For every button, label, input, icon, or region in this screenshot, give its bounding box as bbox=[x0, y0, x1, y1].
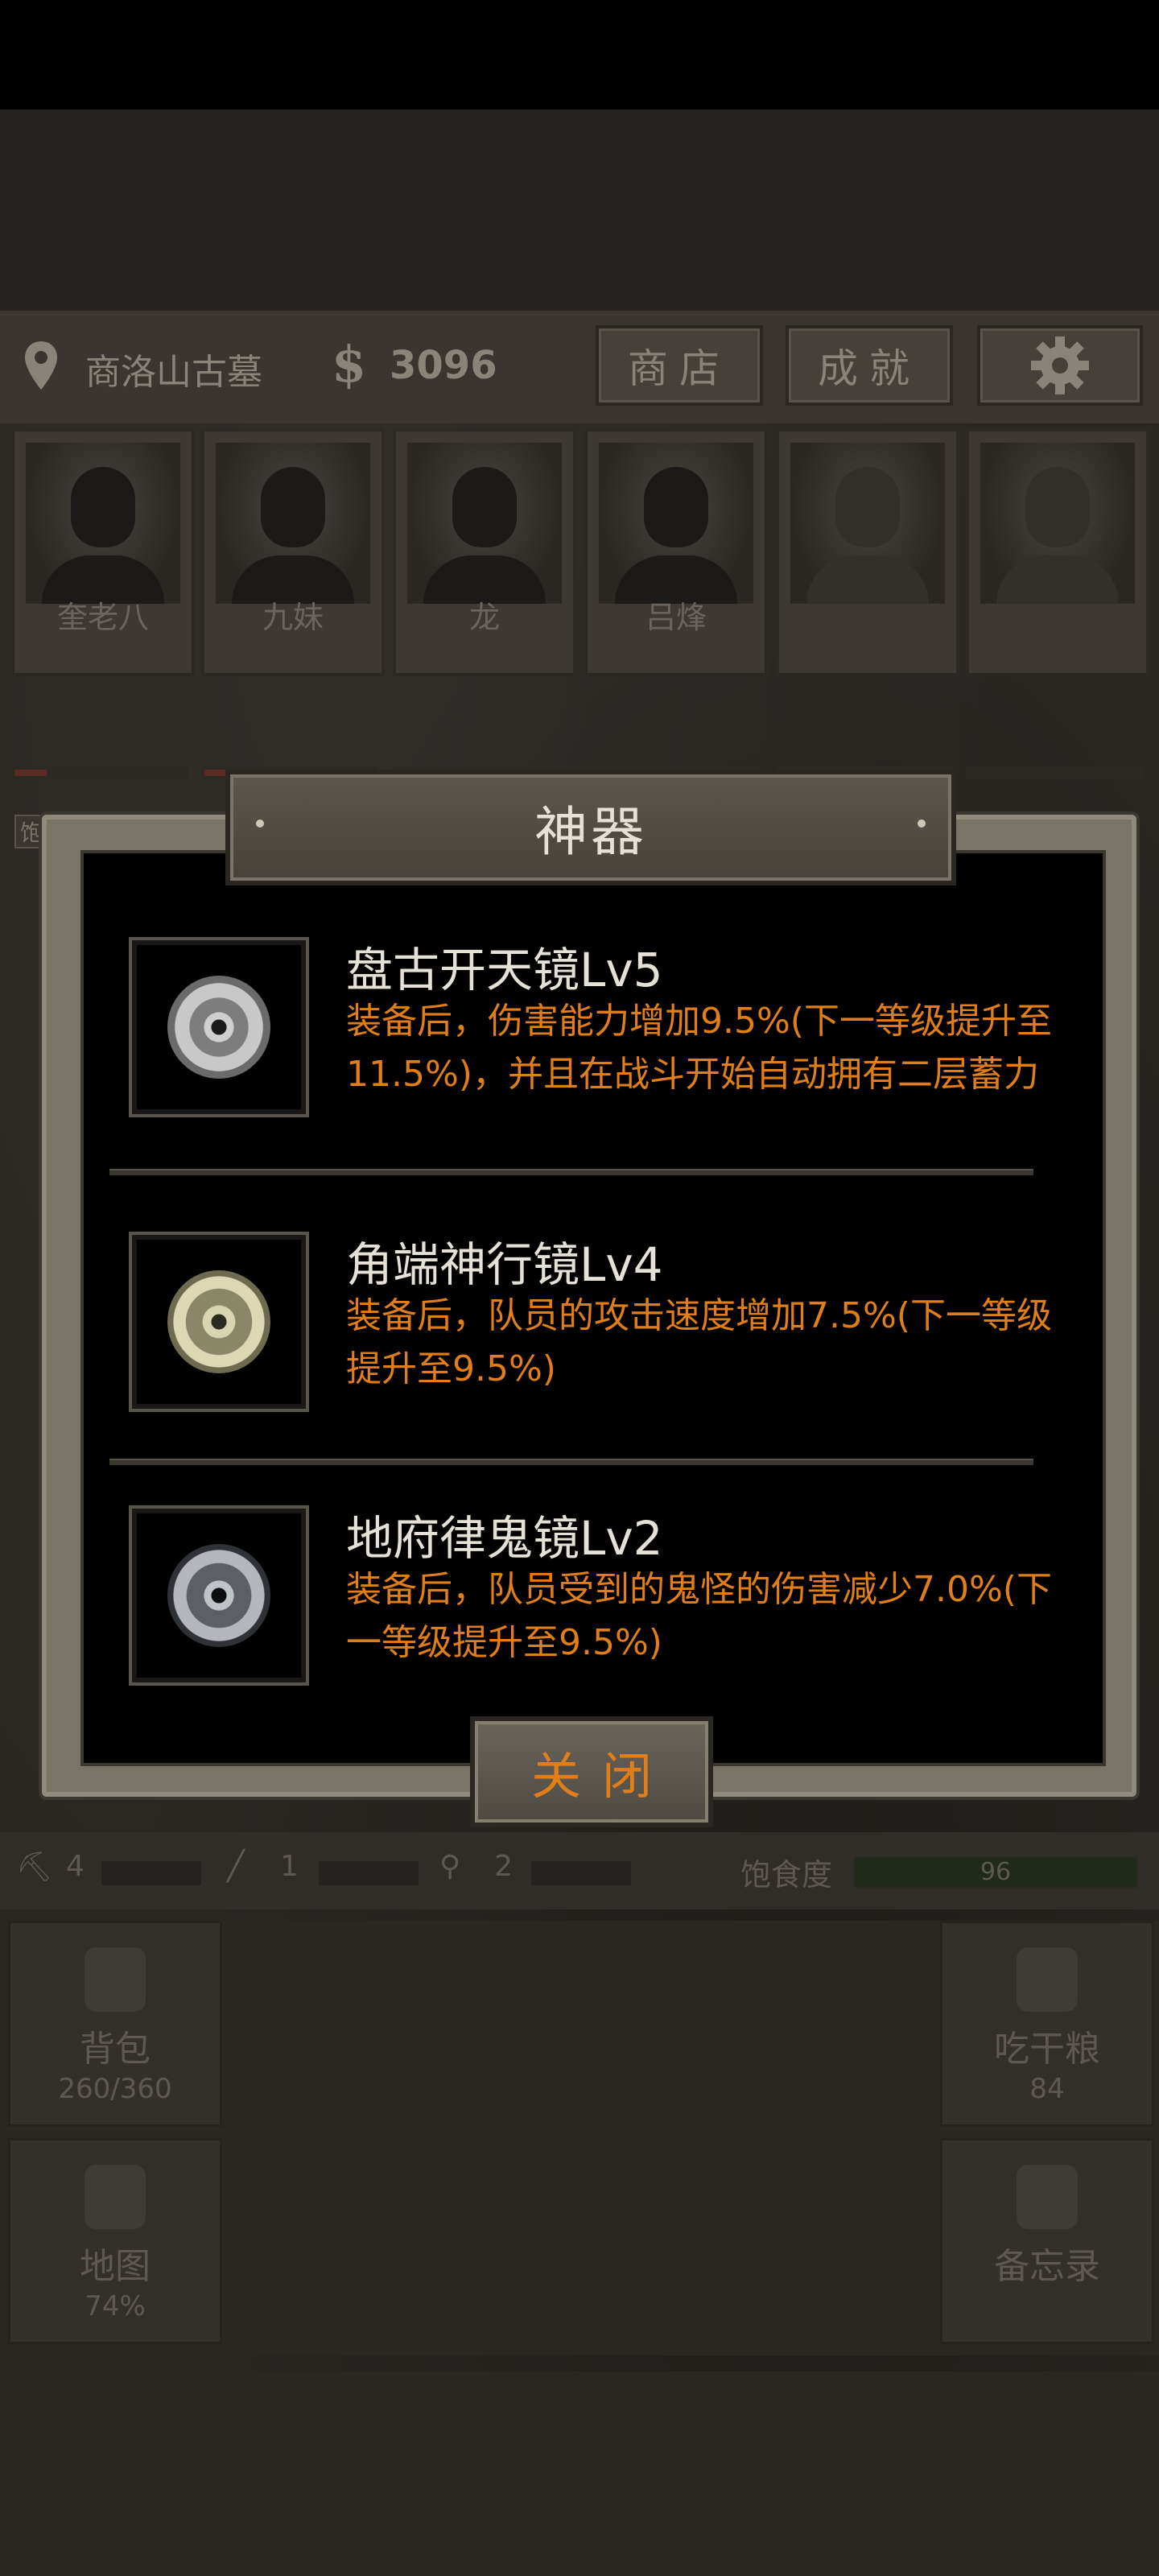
dialog-title-plate: 神器 bbox=[225, 770, 956, 886]
bag-button[interactable]: 背包 260/360 bbox=[8, 1921, 222, 2127]
health-bar-empty bbox=[966, 766, 1143, 779]
ration-count: 84 bbox=[1029, 2073, 1065, 2105]
character-name: 奎老八 bbox=[56, 600, 149, 635]
pickaxe-icon: ⛏ bbox=[16, 1851, 53, 1884]
bronze-mirror-icon bbox=[167, 1270, 270, 1373]
tool3-slot bbox=[531, 1861, 631, 1885]
eat-ration-button[interactable]: 吃干粮 84 bbox=[940, 1921, 1154, 2127]
tool1-slot bbox=[101, 1861, 201, 1885]
satiety-bar: 96 bbox=[853, 1856, 1138, 1889]
character-name: 龙 bbox=[468, 600, 500, 635]
dialog-title: 神器 bbox=[534, 801, 647, 863]
empty-portrait bbox=[980, 443, 1135, 604]
location-name: 商洛山古墓 bbox=[85, 352, 262, 393]
ration-icon bbox=[1017, 1947, 1078, 2012]
character-portrait bbox=[26, 443, 180, 604]
artifact-description: 装备后，队员的攻击速度增加7.5%(下一等级提升至9.5%) bbox=[346, 1295, 1052, 1389]
tool2-slot bbox=[319, 1861, 419, 1885]
map-label: 地图 bbox=[80, 2246, 151, 2287]
resource-bar: ⛏ 4 ╱ 1 ⚲ 2 饱食度 96 bbox=[0, 1832, 1159, 1909]
empty-portrait bbox=[790, 443, 945, 604]
character-portrait bbox=[407, 443, 562, 604]
item-divider bbox=[109, 1459, 1033, 1465]
memo-label: 备忘录 bbox=[994, 2246, 1100, 2287]
rope-icon: ╱ bbox=[227, 1850, 245, 1883]
bag-icon bbox=[85, 1947, 146, 2012]
character-card[interactable]: 九妹 bbox=[201, 428, 385, 676]
bag-count: 260/360 bbox=[58, 2073, 172, 2105]
game-header: 商洛山古墓 $ 3096 商店 成就 bbox=[0, 311, 1159, 423]
tool3-count: 2 bbox=[494, 1850, 513, 1883]
health-bar bbox=[11, 766, 188, 779]
item-divider bbox=[109, 1169, 1033, 1175]
money-amount: 3096 bbox=[390, 343, 497, 388]
gear-icon bbox=[1031, 336, 1089, 394]
satiety-value: 96 bbox=[980, 1858, 1012, 1886]
artifact-name: 盘古开天镜Lv5 bbox=[346, 943, 663, 997]
satiety-label: 饱食度 bbox=[740, 1857, 833, 1893]
shovel-icon: ⚲ bbox=[439, 1850, 461, 1883]
map-icon bbox=[85, 2165, 146, 2229]
close-button[interactable]: 关闭 bbox=[470, 1716, 713, 1827]
bottom-area bbox=[0, 2372, 1159, 2576]
artifact-description: 装备后，队员受到的鬼怪的伤害减少7.0%(下一等级提升至9.5%) bbox=[346, 1569, 1052, 1663]
character-roster: 奎老八 九妹 龙 吕烽 饱 饱 饱 饱 bbox=[0, 428, 1159, 848]
map-progress: 74% bbox=[85, 2290, 146, 2322]
character-portrait bbox=[599, 443, 753, 604]
tool1-count: 4 bbox=[66, 1850, 85, 1883]
eat-label: 吃干粮 bbox=[994, 2029, 1100, 2070]
artifact-name: 角端神行镜Lv4 bbox=[346, 1237, 663, 1292]
character-card[interactable]: 奎老八 bbox=[11, 428, 195, 676]
achievement-button[interactable]: 成就 bbox=[786, 325, 953, 406]
artifact-name: 地府律鬼镜Lv2 bbox=[346, 1511, 663, 1566]
artifact-thumbnail bbox=[129, 937, 309, 1117]
character-card[interactable]: 龙 bbox=[393, 428, 576, 676]
character-name: 九妹 bbox=[262, 600, 324, 635]
tool2-count: 1 bbox=[280, 1850, 299, 1883]
action-area: 背包 260/360 吃干粮 84 地图 74% 备忘录 bbox=[0, 1921, 1159, 2355]
money-icon: $ bbox=[332, 335, 367, 394]
artifact-thumbnail bbox=[129, 1232, 309, 1412]
system-status-bar bbox=[0, 0, 1159, 109]
location-pin-icon bbox=[25, 341, 57, 390]
empty-character-slot[interactable] bbox=[776, 428, 959, 676]
memo-icon bbox=[1017, 2165, 1078, 2229]
shop-button[interactable]: 商店 bbox=[596, 325, 763, 406]
empty-character-slot[interactable] bbox=[966, 428, 1149, 676]
artifact-thumbnail bbox=[129, 1505, 309, 1686]
game-top-area bbox=[0, 109, 1159, 311]
bag-label: 背包 bbox=[80, 2029, 151, 2070]
character-name: 吕烽 bbox=[645, 600, 707, 635]
bronze-mirror-icon bbox=[167, 976, 270, 1079]
bronze-mirror-icon bbox=[167, 1544, 270, 1647]
character-portrait bbox=[216, 443, 370, 604]
settings-button[interactable] bbox=[977, 325, 1143, 406]
character-card[interactable]: 吕烽 bbox=[584, 428, 768, 676]
map-button[interactable]: 地图 74% bbox=[8, 2138, 222, 2344]
memo-button[interactable]: 备忘录 bbox=[940, 2138, 1154, 2344]
artifact-description: 装备后，伤害能力增加9.5%(下一等级提升至11.5%)，并且在战斗开始自动拥有… bbox=[346, 1001, 1052, 1095]
